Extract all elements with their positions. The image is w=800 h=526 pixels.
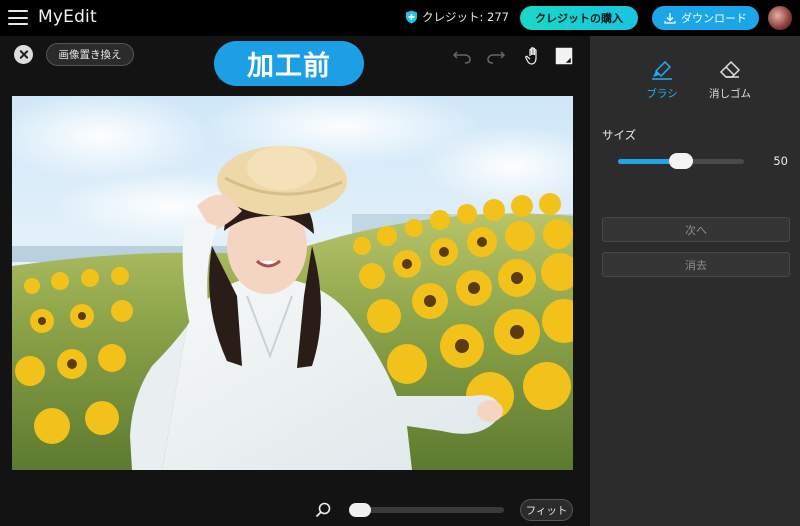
user-avatar[interactable]	[768, 6, 792, 30]
size-label: サイズ	[602, 128, 637, 142]
zoom-slider-thumb[interactable]	[349, 503, 372, 517]
image-canvas[interactable]	[12, 96, 573, 470]
zoom-icon[interactable]	[315, 502, 331, 518]
mode-brush-label: ブラシ	[646, 88, 678, 100]
next-button[interactable]: 次へ	[602, 217, 790, 242]
mode-eraser-label: 消しゴム	[709, 88, 751, 100]
top-bar: MyEdit クレジット: 277 クレジットの購入 ダウンロード	[0, 0, 800, 36]
mode-eraser[interactable]: 消しゴム	[700, 60, 760, 101]
brush-icon	[652, 60, 672, 80]
size-slider-thumb[interactable]	[669, 153, 693, 169]
hamburger-menu-icon[interactable]	[8, 10, 28, 25]
size-slider[interactable]	[618, 153, 744, 169]
compare-icon[interactable]	[553, 45, 575, 67]
work-area: 画像置き換え 加工前 フィット	[0, 36, 590, 526]
fit-button[interactable]: フィット	[520, 499, 573, 521]
hand-pan-icon[interactable]	[520, 45, 542, 67]
myedit-app: MyEdit クレジット: 277 クレジットの購入 ダウンロード 画像置き換え…	[0, 0, 800, 526]
credit-text: クレジット: 277	[422, 10, 509, 24]
buy-credits-button[interactable]: クレジットの購入	[520, 6, 638, 30]
before-badge: 加工前	[214, 41, 364, 86]
close-icon[interactable]	[14, 45, 33, 64]
zoom-slider[interactable]	[349, 503, 504, 517]
download-label: ダウンロード	[681, 12, 747, 25]
download-button[interactable]: ダウンロード	[652, 6, 759, 30]
eraser-icon	[719, 60, 741, 78]
undo-icon[interactable]	[451, 45, 473, 67]
credit-balance: クレジット: 277	[405, 9, 509, 25]
mode-brush[interactable]: ブラシ	[632, 60, 692, 101]
app-logo[interactable]: MyEdit	[38, 7, 97, 27]
download-icon	[664, 13, 676, 24]
brush-panel: ブラシ 消しゴム サイズ 50 次へ 消去	[590, 36, 800, 526]
redo-icon[interactable]	[485, 45, 507, 67]
clear-button[interactable]: 消去	[602, 252, 790, 277]
portrait-photo	[12, 96, 573, 470]
size-value: 50	[773, 154, 788, 168]
credit-shield-icon	[406, 10, 417, 24]
replace-image-button[interactable]: 画像置き換え	[46, 43, 134, 66]
